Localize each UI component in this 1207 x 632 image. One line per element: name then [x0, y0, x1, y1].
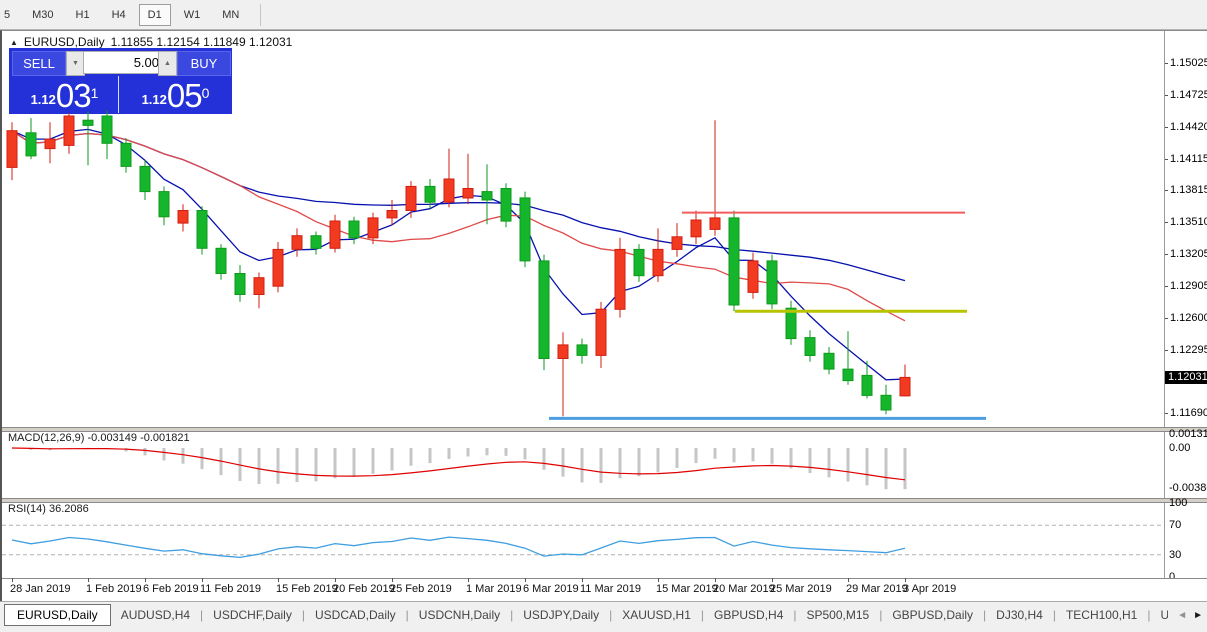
- rsi-tick-label: 30: [1169, 548, 1182, 561]
- chart-tab-usdcad-daily[interactable]: USDCAD,Daily: [305, 605, 406, 625]
- chart-tab-gbpusd-h4[interactable]: GBPUSD,H4: [704, 605, 793, 625]
- time-tick-mark: [392, 578, 393, 582]
- macd-chart-canvas[interactable]: [2, 430, 1164, 498]
- chart-tab-bar: EURUSD,Daily AUDUSD,H4 | USDCHF,Daily | USDCA…: [0, 601, 1207, 632]
- chart-tab-ukc[interactable]: UKC: [1150, 605, 1168, 625]
- macd-tick-label: 0.001313: [1169, 428, 1207, 441]
- chart-tab-eurusd-daily[interactable]: EURUSD,Daily: [4, 604, 111, 626]
- chart-tab-usdchf-daily[interactable]: USDCHF,Daily: [203, 605, 302, 625]
- ohlc-values: 1.11855 1.12154 1.11849 1.12031: [110, 35, 293, 49]
- time-tick-mark: [278, 578, 279, 582]
- timeframe-button-m30[interactable]: M30: [23, 4, 62, 26]
- price-tick-label: 1.14420: [1170, 120, 1207, 133]
- timeframe-button-h4[interactable]: H4: [103, 4, 135, 26]
- time-tick-label: 25 Feb 2019: [390, 583, 452, 595]
- time-tick-mark: [772, 578, 773, 582]
- price-tick-label: 1.13510: [1170, 216, 1207, 229]
- time-tick-mark: [12, 578, 13, 582]
- time-tick-label: 20 Mar 2019: [713, 583, 775, 595]
- time-tick-label: 1 Mar 2019: [466, 583, 522, 595]
- time-tick-label: 11 Mar 2019: [580, 583, 641, 595]
- timeframe-button-d1[interactable]: D1: [138, 3, 171, 26]
- chart-tab-gbpusd-daily[interactable]: GBPUSD,Daily: [882, 605, 983, 625]
- chart-symbol-label: EURUSD,Daily: [23, 35, 105, 49]
- price-tick-label: 1.12905: [1170, 279, 1207, 292]
- tab-scroll-buttons: ◄ ►: [1169, 606, 1205, 624]
- time-axis[interactable]: 28 Jan 2019 1 Feb 2019 6 Feb 2019 11 Feb 20…: [2, 578, 1207, 602]
- time-tick-label: 11 Feb 2019: [200, 583, 261, 595]
- chart-tab-usdjpy-daily[interactable]: USDJPY,Daily: [513, 605, 609, 625]
- time-tick-mark: [468, 578, 469, 582]
- time-tick-label: 29 Mar 2019: [846, 583, 908, 595]
- price-tick-label: 1.14725: [1170, 88, 1207, 101]
- macd-tick-label: 0.00: [1169, 442, 1191, 454]
- chart-window: ▲ EURUSD,Daily 1.11855 1.12154 1.11849 1…: [0, 30, 1207, 602]
- price-tick-label: 1.12295: [1170, 343, 1207, 356]
- timeframe-button-h1[interactable]: H1: [67, 4, 99, 26]
- time-tick-mark: [582, 578, 583, 582]
- time-tick-mark: [658, 578, 659, 582]
- time-tick-mark: [145, 578, 146, 582]
- time-tick-mark: [525, 578, 526, 582]
- chart-tab-usdcnh-daily[interactable]: USDCNH,Daily: [409, 605, 510, 625]
- macd-tick-label: -0.00386: [1169, 482, 1207, 495]
- price-tick-label: 1.14115: [1170, 152, 1207, 165]
- time-tick-mark: [335, 578, 336, 582]
- timeframe-buttons: 5 M30 H1 H4 D1 W1 MN: [0, 3, 250, 26]
- collapse-icon[interactable]: ▲: [10, 38, 18, 47]
- chart-tab-tech100-h1[interactable]: TECH100,H1: [1056, 605, 1147, 625]
- price-tick-label: 1.13815: [1170, 184, 1207, 197]
- time-tick-mark: [905, 578, 906, 582]
- time-tick-label: 28 Jan 2019: [10, 583, 71, 595]
- toolbar-separator: [260, 3, 262, 26]
- time-tick-mark: [848, 578, 849, 582]
- chart-tab-audusd-h4[interactable]: AUDUSD,H4: [111, 605, 200, 625]
- timeframe-button-mn[interactable]: MN: [213, 4, 248, 26]
- timeframe-toolbar: 5 M30 H1 H4 D1 W1 MN: [0, 0, 1207, 30]
- trading-platform-window: 5 M30 H1 H4 D1 W1 MN ▲ EURUSD,Daily 1.11855 1.…: [0, 0, 1207, 632]
- rsi-tick-label: 100: [1169, 497, 1188, 509]
- price-axis-separator: [1164, 31, 1165, 601]
- current-price-badge: 1.12031: [1165, 371, 1207, 385]
- time-tick-label: 15 Feb 2019: [276, 583, 338, 595]
- time-tick-mark: [88, 578, 89, 582]
- rsi-chart-canvas[interactable]: [2, 501, 1164, 578]
- price-tick-label: 1.11690: [1170, 407, 1207, 420]
- time-tick-label: 25 Mar 2019: [770, 583, 832, 595]
- timeframe-button-w1[interactable]: W1: [175, 4, 210, 26]
- chart-tab-sp500-m15[interactable]: SP500,M15: [797, 605, 880, 625]
- rsi-tick-label: 70: [1169, 519, 1182, 532]
- time-tick-mark: [715, 578, 716, 582]
- time-tick-label: 6 Feb 2019: [143, 583, 199, 595]
- price-tick-label: 1.15025: [1170, 57, 1207, 69]
- time-tick-label: 3 Apr 2019: [903, 583, 957, 595]
- chart-tab-dj30-h4[interactable]: DJ30,H4: [986, 605, 1053, 625]
- tab-scroll-left-icon[interactable]: ◄: [1177, 610, 1187, 621]
- time-tick-label: 15 Mar 2019: [656, 583, 718, 595]
- tab-scroll-right-icon[interactable]: ►: [1193, 610, 1203, 621]
- time-tick-label: 20 Feb 2019: [333, 583, 395, 595]
- time-tick-label: 6 Mar 2019: [523, 583, 579, 595]
- timeframe-button-5[interactable]: 5: [2, 4, 19, 26]
- price-tick-label: 1.13205: [1170, 248, 1207, 261]
- chart-tab-xauusd-h1[interactable]: XAUUSD,H1: [612, 605, 701, 625]
- time-tick-mark: [202, 578, 203, 582]
- chart-tabs: EURUSD,Daily AUDUSD,H4 | USDCHF,Daily | USDCA…: [0, 604, 1168, 626]
- main-chart-canvas[interactable]: [2, 48, 1164, 427]
- time-tick-label: 1 Feb 2019: [86, 583, 142, 595]
- chart-title-row: ▲ EURUSD,Daily 1.11855 1.12154 1.11849 1…: [10, 35, 292, 49]
- price-tick-label: 1.12600: [1170, 311, 1207, 324]
